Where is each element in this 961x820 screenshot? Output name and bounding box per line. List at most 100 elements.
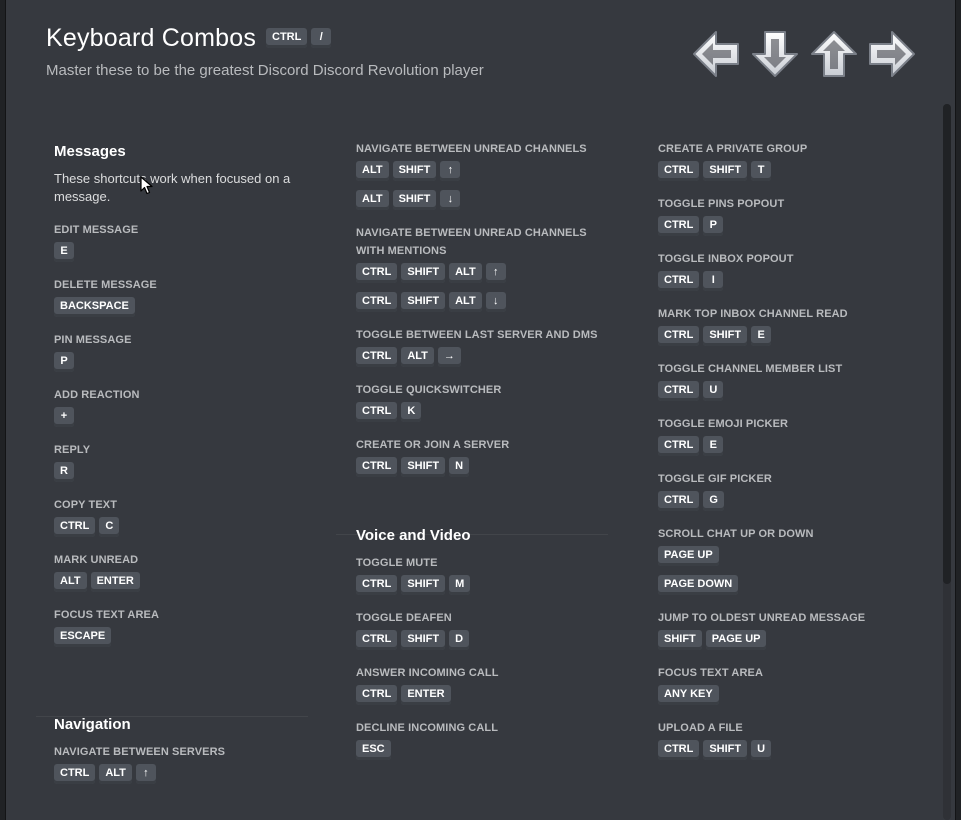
shortcut-label: TOGGLE CHANNEL MEMBER LIST (658, 363, 843, 375)
shortcut-item: TOGGLE CHANNEL MEMBER LIST CTRL U (658, 360, 918, 401)
key: SHIFT (392, 161, 437, 181)
shortcut-label: ADD REACTION (54, 389, 140, 401)
shortcut-item: COPY TEXT CTRL C (54, 496, 314, 537)
key-combo: R (54, 462, 314, 482)
key: E (54, 242, 74, 262)
shortcut-item: FOCUS TEXT AREA ESCAPE (54, 606, 314, 647)
key: ESC (356, 740, 391, 760)
key: SHIFT (401, 575, 446, 595)
key-combo: PAGE UP (658, 546, 918, 566)
key: I (703, 271, 724, 291)
shortcut-label: SCROLL CHAT UP OR DOWN (658, 528, 814, 540)
key: / (311, 28, 332, 48)
shortcut-item: NAVIGATE BETWEEN UNREAD CHANNELS ALT SHIFT… (356, 140, 616, 210)
shortcut-label: DECLINE INCOMING CALL (356, 722, 499, 734)
key: SHIFT (703, 326, 748, 346)
shortcut-label: TOGGLE MUTE (356, 557, 438, 569)
key: D (449, 630, 470, 650)
shortcut-item: NAVIGATE BETWEEN UNREAD CHANNELS WITH ME… (356, 224, 616, 312)
shortcut-label: UPLOAD A FILE (658, 722, 743, 734)
shortcut-item: DECLINE INCOMING CALL ESC (356, 719, 616, 760)
column-left: Messages These shortcuts work when focuse… (54, 140, 314, 798)
key-combo: CTRL SHIFT ALT ↓ (356, 292, 616, 312)
key: N (449, 457, 470, 477)
key: K (401, 402, 422, 422)
key-combo: CTRL SHIFT ALT ↑ (356, 263, 616, 283)
key: ANY KEY (658, 685, 719, 705)
key: CTRL (658, 436, 700, 456)
key: SHIFT (392, 190, 437, 210)
shortcut-item: DELETE MESSAGE BACKSPACE (54, 276, 314, 317)
key: P (703, 216, 724, 236)
key: U (703, 381, 724, 401)
shortcut-label: CREATE OR JOIN A SERVER (356, 439, 510, 451)
key-combo: CTRL G (658, 491, 918, 511)
column-right: CREATE A PRIVATE GROUP CTRL SHIFT T TOGGLE P… (658, 140, 918, 774)
shortcut-item: EDIT MESSAGE E (54, 221, 314, 262)
key-combo: ALT ENTER (54, 572, 314, 592)
key-combo: CTRL U (658, 381, 918, 401)
shortcut-item: TOGGLE INBOX POPOUT CTRL I (658, 250, 918, 291)
key: ↑ (135, 764, 156, 784)
shortcut-label: COPY TEXT (54, 499, 118, 511)
key-combo: ALT SHIFT ↓ (356, 190, 616, 210)
key: ENTER (90, 572, 140, 592)
key: SHIFT (401, 263, 446, 283)
key: SHIFT (703, 161, 748, 181)
key-combo: E (54, 242, 314, 262)
shortcut-label: PIN MESSAGE (54, 334, 132, 346)
shortcut-label: TOGGLE BETWEEN LAST SERVER AND DMS (356, 329, 598, 341)
shortcut-item: ANSWER INCOMING CALL CTRL ENTER (356, 664, 616, 705)
section-title: Navigation (54, 716, 131, 733)
shortcut-item: REPLY R (54, 441, 314, 482)
shortcut-label: MARK UNREAD (54, 554, 139, 566)
key: CTRL (658, 161, 700, 181)
key-combo: ESCAPE (54, 627, 314, 647)
shortcut-item: MARK TOP INBOX CHANNEL READ CTRL SHIFT E (658, 305, 918, 346)
scrollbar-thumb[interactable] (943, 104, 951, 584)
key: ALT (356, 161, 389, 181)
key: ENTER (401, 685, 451, 705)
shortcut-item: CREATE A PRIVATE GROUP CTRL SHIFT T (658, 140, 918, 181)
key: CTRL (356, 402, 398, 422)
shortcut-label: REPLY (54, 444, 91, 456)
key-combo: CTRL I (658, 271, 918, 291)
shortcut-item: TOGGLE GIF PICKER CTRL G (658, 470, 918, 511)
key: ↓ (485, 292, 506, 312)
key: E (703, 436, 724, 456)
key: ESCAPE (54, 627, 112, 647)
key: T (751, 161, 772, 181)
shortcut-label: TOGGLE GIF PICKER (658, 473, 772, 485)
shortcut-label: EDIT MESSAGE (54, 224, 139, 236)
shortcut-label: CREATE A PRIVATE GROUP (658, 143, 808, 155)
key: ALT (356, 190, 389, 210)
key: SHIFT (401, 292, 446, 312)
key-combo: PAGE DOWN (658, 575, 918, 595)
key: CTRL (356, 292, 398, 312)
mouse-cursor-icon (140, 176, 153, 195)
arrow-right-icon (869, 31, 915, 77)
key: CTRL (658, 491, 700, 511)
key: CTRL (356, 630, 398, 650)
shortcut-item: TOGGLE EMOJI PICKER CTRL E (658, 415, 918, 456)
key-combo: CTRL ENTER (356, 685, 616, 705)
key-combo: P (54, 352, 314, 372)
key-combo: CTRL C (54, 517, 314, 537)
key: ALT (401, 347, 434, 367)
shortcut-item: TOGGLE QUICKSWITCHER CTRL K (356, 381, 616, 422)
key: CTRL (266, 28, 308, 48)
key: CTRL (356, 685, 398, 705)
key-combo: CTRL ALT ↑ (54, 764, 314, 784)
key: M (449, 575, 471, 595)
arrow-up-icon (811, 31, 857, 77)
section-description: These shortcuts work when focused on a m… (54, 171, 291, 204)
shortcut-label: ANSWER INCOMING CALL (356, 667, 499, 679)
shortcut-label: NAVIGATE BETWEEN UNREAD CHANNELS WITH ME… (356, 227, 587, 257)
keyboard-combos-modal: Keyboard Combos CTRL / Master these to b… (6, 0, 955, 820)
key: ALT (99, 764, 132, 784)
shortcut-item: PIN MESSAGE P (54, 331, 314, 372)
shortcut-item: CREATE OR JOIN A SERVER CTRL SHIFT N (356, 436, 616, 477)
key-combo: + (54, 407, 314, 427)
key: SHIFT (703, 740, 748, 760)
